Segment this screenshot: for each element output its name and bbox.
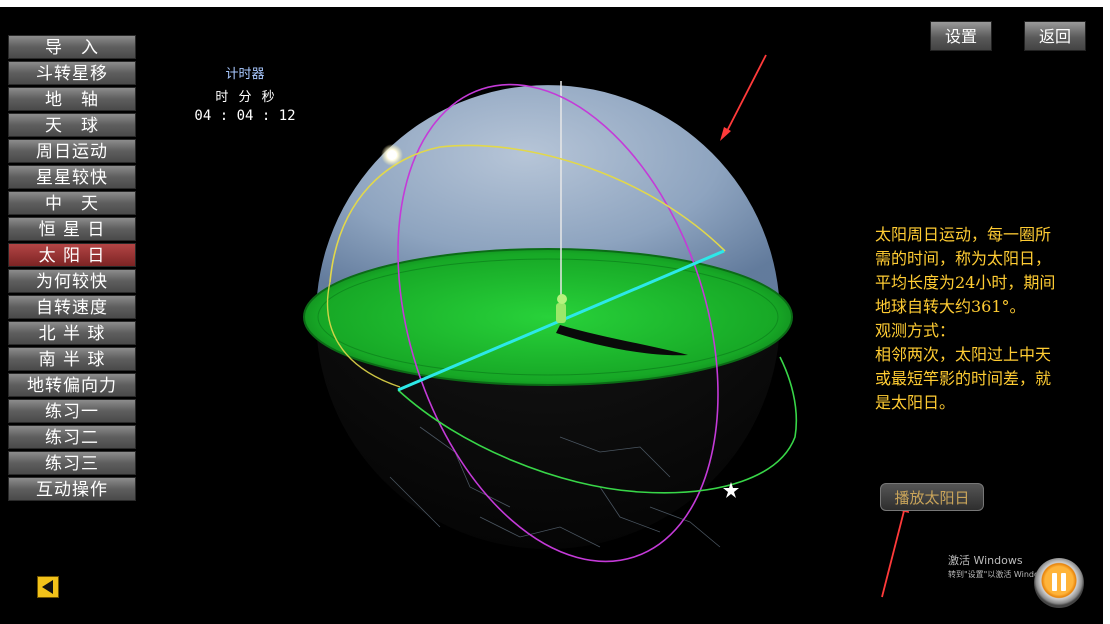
sidebar-item-southern-hemisphere[interactable]: 南 半 球	[8, 347, 136, 371]
description-text: 太阳周日运动，每一圈所 需的时间，称为太阳日， 平均长度为24小时，期间 地球自转大约…	[875, 223, 1103, 415]
pause-icon[interactable]	[1034, 558, 1084, 608]
return-button[interactable]: 返回	[1024, 21, 1086, 51]
play-solar-day-button[interactable]: 播放太阳日	[880, 483, 984, 511]
sidebar-item-star-movement[interactable]: 斗转星移	[8, 61, 136, 85]
sidebar-item-exercise-3[interactable]: 练习三	[8, 451, 136, 475]
timer-panel: 计时器 时 分 秒 04 : 04 : 12	[190, 63, 300, 124]
sun-marker	[381, 144, 403, 166]
sidebar-item-sidereal-day[interactable]: 恒 星 日	[8, 217, 136, 241]
sidebar-item-interactive[interactable]: 互动操作	[8, 477, 136, 501]
sidebar-item-exercise-2[interactable]: 练习二	[8, 425, 136, 449]
sidebar-item-celestial-sphere[interactable]: 天 球	[8, 113, 136, 137]
description-line: 地球自转大约361°。	[875, 297, 1026, 316]
description-line: 观测方式：	[875, 321, 956, 340]
description-line: 相邻两次，太阳过上中天	[875, 345, 1052, 364]
description-line: 太阳周日运动，每一圈所	[875, 225, 1052, 244]
sidebar-item-coriolis-force[interactable]: 地转偏向力	[8, 373, 136, 397]
sidebar-item-why-faster[interactable]: 为何较快	[8, 269, 136, 293]
description-line: 平均长度为24小时，期间	[875, 273, 1056, 292]
sidebar-item-import[interactable]: 导 入	[8, 35, 136, 59]
sidebar-item-culmination[interactable]: 中 天	[8, 191, 136, 215]
description-line: 或最短竿影的时间差，就	[875, 369, 1052, 388]
sidebar-item-stars-faster[interactable]: 星星较快	[8, 165, 136, 189]
description-line: 需的时间，称为太阳日，	[875, 249, 1052, 268]
sidebar-item-diurnal-motion[interactable]: 周日运动	[8, 139, 136, 163]
back-arrow-icon[interactable]	[37, 576, 59, 598]
timer-units: 时 分 秒	[215, 90, 275, 105]
timer-value: 04 : 04 : 12	[194, 108, 296, 124]
gnomon-figure	[556, 294, 567, 323]
sidebar-item-earth-axis[interactable]: 地 轴	[8, 87, 136, 111]
sidebar-item-solar-day[interactable]: 太 阳 日	[8, 243, 136, 267]
settings-button[interactable]: 设置	[930, 21, 992, 51]
sidebar-item-northern-hemisphere[interactable]: 北 半 球	[8, 321, 136, 345]
sidebar-menu: 导 入斗转星移地 轴天 球周日运动 星星较快中 天恒 星 日太 阳 日为何较快 自转…	[8, 35, 136, 501]
description-line: 是太阳日。	[875, 393, 956, 412]
star-marker	[723, 482, 739, 498]
sidebar-item-rotation-speed[interactable]: 自转速度	[8, 295, 136, 319]
simulation-stage: 计时器 时 分 秒 04 : 04 : 12 导 入斗转星移地 轴天 球周日运动…	[0, 7, 1103, 624]
timer-title: 计时器	[225, 67, 265, 82]
horizon-plane	[303, 248, 793, 386]
sidebar-item-exercise-1[interactable]: 练习一	[8, 399, 136, 423]
